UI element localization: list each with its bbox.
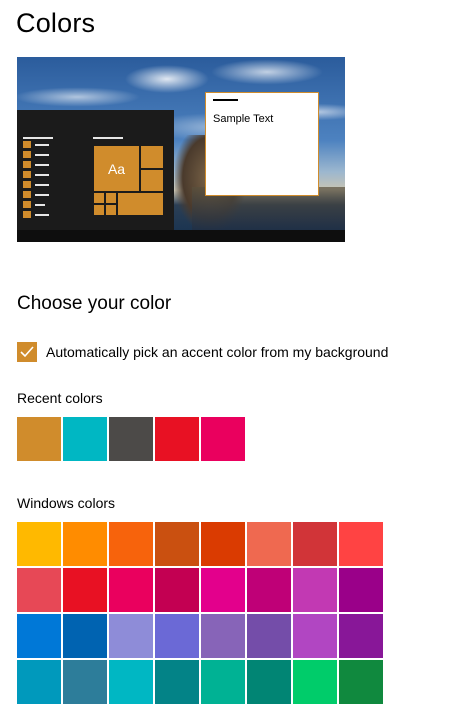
auto-pick-label: Automatically pick an accent color from …	[46, 344, 389, 360]
windows-color-swatch[interactable]	[201, 614, 245, 658]
windows-color-swatch[interactable]	[247, 568, 291, 612]
auto-pick-accent-option[interactable]: Automatically pick an accent color from …	[17, 342, 388, 362]
preview-tile	[117, 192, 164, 216]
preview-tile	[140, 169, 164, 192]
windows-color-swatch[interactable]	[339, 614, 383, 658]
windows-color-swatch[interactable]	[201, 568, 245, 612]
recent-color-swatch[interactable]	[17, 417, 61, 461]
start-menu-list-item	[23, 180, 57, 188]
windows-color-swatch[interactable]	[247, 660, 291, 704]
windows-colors-label: Windows colors	[17, 495, 116, 511]
app-icon	[23, 161, 31, 168]
start-menu-preview: Aa	[17, 110, 174, 230]
windows-color-swatch[interactable]	[63, 660, 107, 704]
recent-color-swatch[interactable]	[155, 417, 199, 461]
start-menu-header-line	[23, 137, 53, 139]
windows-color-swatch[interactable]	[247, 614, 291, 658]
start-menu-list-item	[23, 160, 57, 168]
app-label-line	[35, 174, 49, 176]
windows-color-swatch[interactable]	[63, 568, 107, 612]
windows-color-swatch[interactable]	[293, 568, 337, 612]
windows-color-swatch[interactable]	[109, 568, 153, 612]
start-menu-list-item	[23, 140, 57, 148]
windows-color-swatch[interactable]	[63, 522, 107, 566]
app-icon	[23, 201, 31, 208]
recent-color-swatch[interactable]	[63, 417, 107, 461]
windows-color-swatch[interactable]	[201, 660, 245, 704]
app-icon	[23, 171, 31, 178]
sample-window-titlebar-line	[213, 99, 238, 101]
preview-tile	[140, 145, 164, 169]
start-menu-list-item	[23, 200, 57, 208]
start-menu-list-item	[23, 150, 57, 158]
windows-color-swatch[interactable]	[293, 522, 337, 566]
app-label-line	[35, 194, 49, 196]
windows-color-swatch[interactable]	[201, 522, 245, 566]
start-menu-tiles-header-line	[93, 137, 123, 139]
preview-tile-large: Aa	[93, 145, 140, 192]
windows-color-swatch[interactable]	[155, 614, 199, 658]
windows-color-swatch[interactable]	[155, 568, 199, 612]
preview-tile	[105, 204, 117, 216]
windows-color-swatch[interactable]	[339, 568, 383, 612]
windows-color-swatch[interactable]	[17, 660, 61, 704]
app-label-line	[35, 154, 49, 156]
preview-tile	[93, 192, 105, 204]
app-icon	[23, 191, 31, 198]
app-label-line	[35, 204, 45, 206]
sample-window-preview: Sample Text	[205, 92, 319, 196]
windows-color-swatch[interactable]	[17, 568, 61, 612]
preview-tile	[105, 192, 117, 204]
preview-tile-text: Aa	[107, 160, 126, 177]
recent-colors-row	[17, 417, 245, 461]
windows-color-swatch[interactable]	[339, 522, 383, 566]
windows-color-swatch[interactable]	[339, 660, 383, 704]
start-menu-list-item	[23, 210, 57, 218]
checkmark-icon	[20, 346, 34, 358]
windows-color-swatch[interactable]	[109, 522, 153, 566]
app-icon	[23, 141, 31, 148]
start-menu-list	[23, 140, 57, 220]
recent-color-swatch[interactable]	[109, 417, 153, 461]
windows-color-swatch[interactable]	[155, 660, 199, 704]
app-label-line	[35, 144, 49, 146]
app-icon	[23, 151, 31, 158]
app-label-line	[35, 214, 49, 216]
windows-color-swatch[interactable]	[109, 614, 153, 658]
app-label-line	[35, 164, 49, 166]
windows-colors-grid	[17, 522, 383, 704]
windows-color-swatch[interactable]	[293, 660, 337, 704]
app-icon	[23, 181, 31, 188]
auto-pick-checkbox[interactable]	[17, 342, 37, 362]
windows-color-swatch[interactable]	[17, 522, 61, 566]
windows-color-swatch[interactable]	[63, 614, 107, 658]
sample-text: Sample Text	[213, 113, 274, 125]
recent-color-swatch[interactable]	[201, 417, 245, 461]
color-preview: Aa Sample Text	[17, 57, 345, 242]
start-menu-list-item	[23, 170, 57, 178]
app-icon	[23, 211, 31, 218]
windows-color-swatch[interactable]	[109, 660, 153, 704]
recent-colors-label: Recent colors	[17, 390, 103, 406]
preview-tile	[93, 204, 105, 216]
windows-color-swatch[interactable]	[247, 522, 291, 566]
windows-color-swatch[interactable]	[155, 522, 199, 566]
choose-color-heading: Choose your color	[17, 293, 172, 314]
windows-color-swatch[interactable]	[17, 614, 61, 658]
start-menu-list-item	[23, 190, 57, 198]
windows-color-swatch[interactable]	[293, 614, 337, 658]
app-label-line	[35, 184, 49, 186]
taskbar-preview	[17, 230, 345, 242]
page-title: Colors	[16, 8, 96, 38]
